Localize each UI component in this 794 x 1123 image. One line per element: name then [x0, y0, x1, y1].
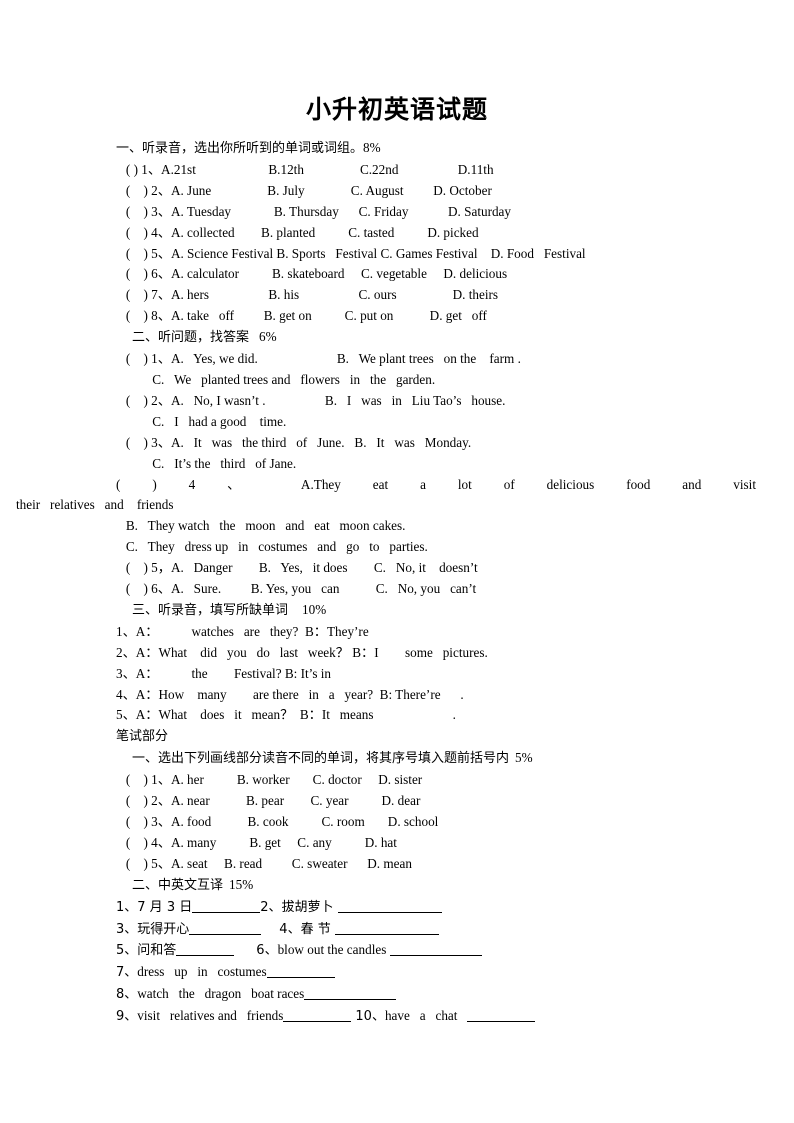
- question-line: ( ) 4、A. many B. get C. any D. hat: [116, 834, 397, 850]
- section-heading-text: 三、听录音，填写所缺单词: [132, 602, 289, 618]
- answer-blank[interactable]: [304, 986, 397, 1001]
- question-line: ( ) 2、A. June B. July C. August D. Octob…: [116, 182, 492, 198]
- question-line: C. It’s the third of Jane.: [116, 455, 297, 471]
- question-line: ( ) 4、A. collected B. planted C. tasted …: [116, 224, 479, 240]
- question-line: ( ) 3、A. It was the third of June. B. It…: [116, 434, 472, 450]
- section-heading-text: 一、选出下列画线部分读音不同的单词，将其序号填入题前括号内: [132, 751, 510, 767]
- section-score: 8%: [363, 140, 381, 155]
- question-line: C. I had a good time.: [116, 413, 287, 429]
- fill-blank-line: 3、A： the Festival? B: It’s in: [116, 665, 332, 681]
- section-heading-written-1: 一、选出下列画线部分读音不同的单词，将其序号填入题前括号内 5%: [116, 748, 770, 770]
- fill-blank-line: 2、A：What did you do last week？ B：I some …: [116, 644, 488, 660]
- question-line: ( ) 3、A. Tuesday B. Thursday C. Friday D…: [116, 203, 512, 219]
- question-line: ( ) 5、A. Science Festival B. Sports Fest…: [116, 245, 586, 261]
- answer-blank[interactable]: [189, 921, 262, 935]
- item-text: 玩得开心: [137, 921, 190, 937]
- section-heading-listening-2: 二、听问题，找答案 6%: [116, 327, 770, 349]
- answer-blank[interactable]: [283, 1008, 352, 1023]
- fill-blank-line: 5、A：What does it mean？ B：It means .: [116, 707, 456, 723]
- question-line: ( ) 6、A. Sure. B. Yes, you can C. No, yo…: [116, 581, 477, 597]
- item-number: 5、: [116, 943, 138, 959]
- item-text: blow out the candles: [277, 942, 390, 958]
- page-title: 小升初英语试题: [305, 97, 488, 124]
- question-line: B. They watch the moon and eat moon cake…: [116, 518, 406, 534]
- section-score: 15%: [229, 876, 254, 892]
- item-number: 9、: [116, 1009, 138, 1025]
- question-line-justified: ( ) 4 、 A.They eat a lot of delicious fo…: [116, 476, 756, 492]
- question-line: ( ) 1、A. Yes, we did. B. We plant trees …: [116, 351, 521, 367]
- item-text: 春 节: [300, 921, 335, 937]
- translation-line: 8、watch the dragon boat races: [116, 984, 770, 1006]
- translation-line: 3、玩得开心 4、春 节: [116, 919, 770, 941]
- translation-line: 1、7 月 3 日 2、拔胡萝卜: [116, 897, 770, 919]
- item-number: 1、: [116, 899, 138, 915]
- translation-line: 9、visit relatives and friends 10、have a c…: [116, 1006, 770, 1028]
- question-line-continuation: their relatives and friends: [16, 497, 174, 513]
- section-heading-text: 一、听录音，选出你所听到的单词或词组。: [116, 141, 364, 156]
- document-body: 一、听录音，选出你所听到的单词或词组。8% ( ) 1、A.21st B.12t…: [0, 138, 794, 1028]
- question-line: ( ) 3、A. food B. cook C. room D. school: [116, 814, 439, 829]
- item-text: 7 月 3 日: [137, 899, 193, 915]
- question-line: ( ) 7、A. hers B. his C. ours D. theirs: [116, 287, 499, 303]
- section-score: 6%: [259, 329, 277, 345]
- question-line: C. We planted trees and flowers in the g…: [116, 371, 436, 387]
- item-text: have a chat: [384, 1008, 468, 1024]
- question-line: ( ) 1、A.21st B.12th C.22nd D.11th: [116, 161, 494, 177]
- section-score: 10%: [302, 601, 327, 617]
- item-number: 8、: [116, 987, 138, 1003]
- question-line: ( ) 1、A. her B. worker C. doctor D. sist…: [116, 772, 423, 788]
- translation-line: 7、dress up in costumes: [116, 962, 770, 984]
- answer-blank[interactable]: [192, 899, 261, 913]
- section-heading-text: 二、听问题，找答案: [132, 330, 250, 346]
- item-number: 3、: [116, 921, 138, 937]
- question-line: ( ) 2、A. No, I wasn’t . B. I was in Liu …: [116, 392, 506, 408]
- answer-blank[interactable]: [334, 921, 439, 935]
- question-line: ( ) 8、A. take off B. get on C. put on D.…: [116, 308, 487, 324]
- written-part-label: 笔试部分: [116, 726, 770, 748]
- answer-blank[interactable]: [337, 899, 442, 913]
- section-heading-listening-1: 一、听录音，选出你所听到的单词或词组。8%: [116, 138, 770, 160]
- fill-blank-line: 1、A： watches are they? B：They’re: [116, 623, 369, 639]
- question-line: ( ) 5，A. Danger B. Yes, it does C. No, i…: [116, 560, 478, 576]
- answer-blank[interactable]: [467, 1008, 536, 1023]
- item-text: 问和答: [137, 943, 177, 959]
- section-score: 5%: [515, 750, 533, 766]
- item-text: visit relatives and friends: [137, 1008, 284, 1024]
- answer-blank[interactable]: [389, 942, 482, 957]
- answer-blank[interactable]: [266, 964, 335, 979]
- item-number: 10、: [355, 1009, 385, 1025]
- question-line: ( ) 6、A. calculator B. skateboard C. veg…: [116, 266, 508, 282]
- written-part-label-text: 笔试部分: [116, 729, 169, 745]
- section-heading-listening-3: 三、听录音，填写所缺单词 10%: [116, 600, 770, 622]
- item-text: watch the dragon boat races: [137, 986, 305, 1002]
- item-number: 6、: [256, 943, 278, 959]
- exam-paper-page: 小升初英语试题 一、听录音，选出你所听到的单词或词组。8% ( ) 1、A.21…: [0, 0, 794, 1123]
- item-text: dress up in costumes: [137, 964, 267, 980]
- question-line: C. They dress up in costumes and go to p…: [116, 539, 428, 555]
- question-line: ( ) 5、A. seat B. read C. sweater D. mean: [116, 855, 412, 871]
- section-heading-written-2: 二、中英文互译 15%: [116, 875, 770, 897]
- item-number: 2、: [260, 899, 282, 915]
- fill-blank-line: 4、A：How many are there in a year? B: The…: [116, 686, 464, 702]
- item-number: 7、: [116, 965, 138, 981]
- section-heading-text: 二、中英文互译: [132, 877, 224, 893]
- item-number: 4、: [279, 921, 301, 937]
- item-text: 拔胡萝卜: [281, 899, 338, 915]
- question-line: ( ) 2、A. near B. pear C. year D. dear: [116, 793, 421, 809]
- answer-blank[interactable]: [176, 942, 235, 957]
- translation-line: 5、问和答 6、blow out the candles: [116, 940, 770, 962]
